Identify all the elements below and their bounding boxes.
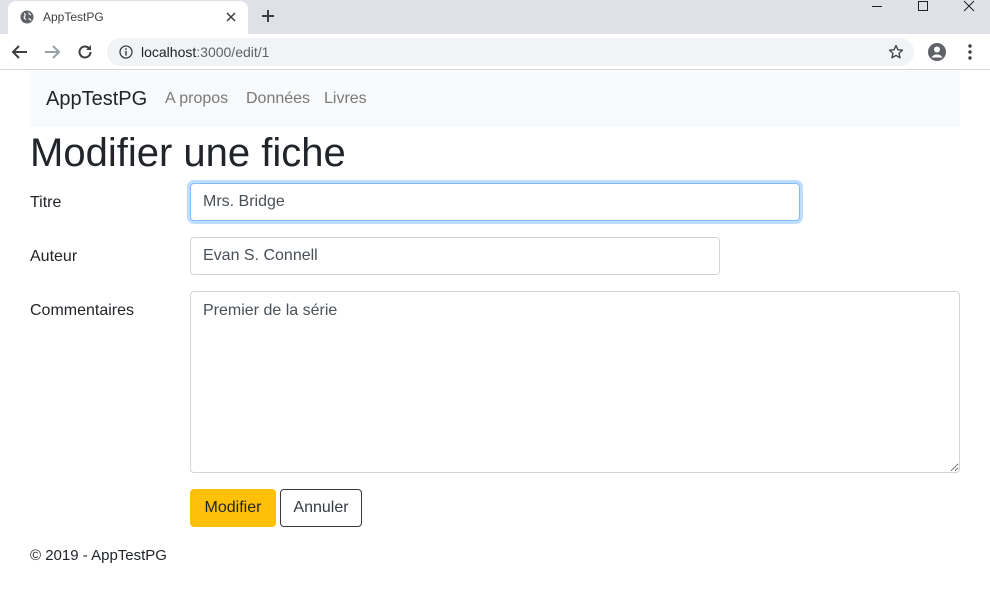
arrow-left-icon[interactable] [10, 42, 30, 62]
browser-toolbar: localhost:3000/edit/1 [0, 34, 990, 70]
browser-tabstrip: AppTestPG [0, 0, 990, 34]
kebab-menu-icon[interactable] [960, 42, 980, 62]
modifier-button[interactable]: Modifier [190, 489, 276, 527]
nav-link-livres[interactable]: Livres [324, 90, 367, 108]
info-icon[interactable] [119, 45, 133, 59]
annuler-button[interactable]: Annuler [280, 489, 362, 527]
auteur-label: Auteur [30, 248, 78, 265]
navbar-brand[interactable]: AppTestPG [46, 88, 147, 110]
titre-label: Titre [30, 194, 62, 211]
reload-icon[interactable] [75, 42, 95, 62]
site-navbar: AppTestPG A propos Données Livres [30, 71, 960, 127]
auteur-input[interactable] [190, 237, 720, 275]
page-title: Modifier une fiche [30, 131, 346, 175]
account-circle-icon[interactable] [927, 42, 947, 62]
minimize-button[interactable] [853, 0, 899, 30]
window-close-button[interactable] [945, 0, 990, 30]
globe-icon [20, 10, 34, 24]
star-icon[interactable] [888, 44, 904, 60]
arrow-right-icon[interactable] [42, 42, 62, 62]
titre-input[interactable] [190, 183, 800, 221]
plus-icon[interactable] [261, 9, 275, 23]
url-host: localhost [141, 44, 197, 60]
commentaires-textarea[interactable]: Premier de la série [190, 291, 960, 473]
tab-title: AppTestPG [43, 10, 104, 24]
browser-tab[interactable]: AppTestPG [8, 1, 248, 34]
url-text: localhost:3000/edit/1 [141, 45, 269, 59]
footer-text: © 2019 - AppTestPG [30, 547, 167, 564]
url-path: :3000/edit/1 [196, 44, 270, 60]
nav-link-a-propos[interactable]: A propos [165, 90, 228, 108]
maximize-button[interactable] [899, 0, 945, 30]
nav-link-donnees[interactable]: Données [246, 90, 310, 108]
commentaires-label: Commentaires [30, 302, 135, 319]
address-bar[interactable]: localhost:3000/edit/1 [107, 38, 914, 66]
close-icon[interactable] [224, 10, 238, 24]
